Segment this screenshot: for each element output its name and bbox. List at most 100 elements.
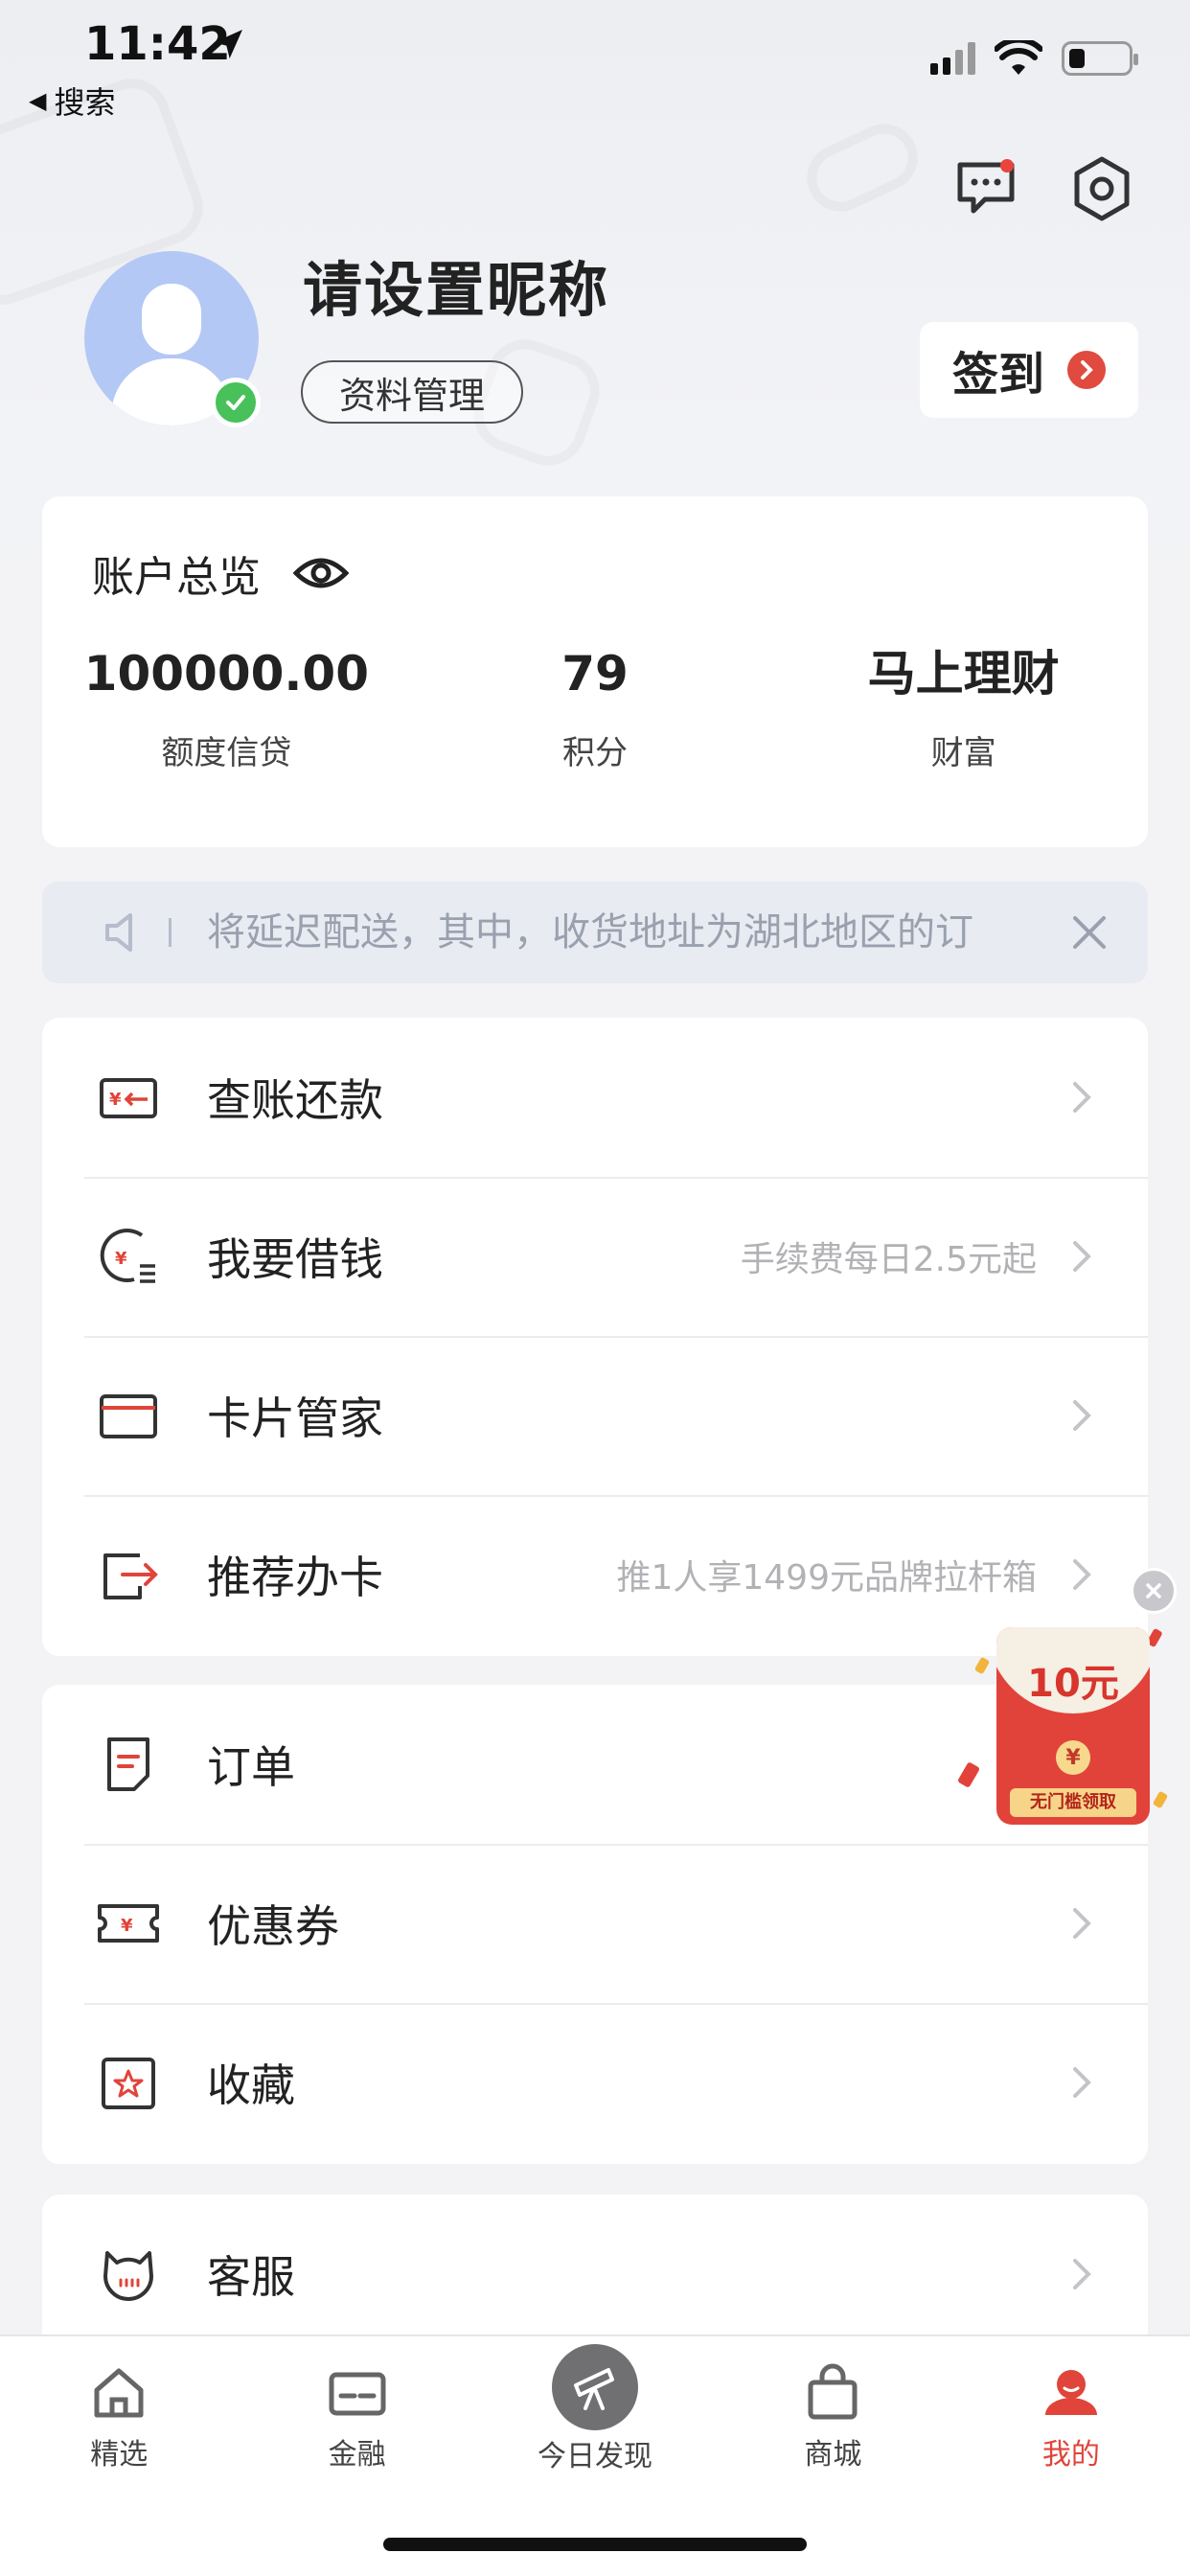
menu-label: 客服 [207,2251,295,2303]
close-icon[interactable] [1069,912,1110,953]
confetti-shape [973,1656,991,1675]
svg-text:¥: ¥ [121,1916,133,1936]
back-to-search-link[interactable]: ◀ 搜索 [29,79,115,123]
chevron-right-icon [1073,1559,1091,1590]
chevron-right-icon [1073,2259,1091,2289]
menu-item-favorites[interactable]: 收藏 [42,2003,1148,2162]
menu-label: 推荐办卡 [207,1552,383,1603]
back-label: 搜索 [54,84,116,121]
tab-featured[interactable]: 精选 [0,2336,238,2480]
menu-label: 我要借钱 [207,1233,383,1285]
menu-subtitle: 推1人享1499元品牌拉杆箱 [616,1558,1037,1598]
profile-manage-button[interactable]: 资料管理 [301,360,524,424]
account-stats: 100000.00 额度信贷 79 积分 马上理财 财富 [42,640,1148,773]
tab-finance[interactable]: 金融 [238,2336,475,2480]
tab-mine[interactable]: 我的 [952,2336,1190,2480]
tab-mall[interactable]: 商城 [714,2336,951,2480]
message-badge [1000,159,1014,172]
menu-label: 收藏 [207,2059,295,2111]
chevron-right-icon [1073,1241,1091,1272]
tab-label: 今日发现 [538,2440,653,2473]
chevron-right-icon [1073,2067,1091,2098]
svg-text:¥: ¥ [115,1249,127,1269]
location-arrow-icon [214,30,242,58]
notice-divider [169,918,172,947]
favorite-icon [102,2058,155,2109]
bill-icon: ¥ [100,1078,157,1118]
red-packet-promo[interactable]: 10元 ¥ 无门槛领取 [956,1620,1169,1840]
checkin-label: 签到 [951,348,1044,402]
home-icon [94,2368,144,2418]
home-indicator [383,2538,807,2551]
nickname[interactable]: 请设置昵称 [303,242,609,328]
discover-button-disc [552,2344,639,2430]
account-overview-card: 账户总览 100000.00 额度信贷 79 积分 马上理财 财富 [42,496,1148,847]
card-icon [100,1394,157,1438]
stat-label: 财富 [930,734,996,772]
status-bar: 11:42 ◀ 搜索 [0,0,1190,121]
tab-discover[interactable]: 今日发现 [476,2336,714,2480]
menu-item-borrow[interactable]: ¥ 我要借钱 手续费每日2.5元起 [42,1177,1148,1336]
promo-ribbon: 无门槛领取 [1010,1788,1136,1817]
confetti-shape [1152,1790,1169,1809]
customer-service-icon [103,2251,153,2301]
menu-label: 优惠券 [207,1900,339,1952]
tab-label: 我的 [1041,2438,1100,2472]
chevron-right-icon [1067,351,1106,389]
order-icon [107,1737,149,1791]
promo-close-button[interactable] [1131,1568,1177,1614]
verified-check-icon [211,378,261,427]
menu-label: 订单 [207,1741,295,1793]
back-triangle-icon: ◀ [29,87,47,114]
confetti-shape [956,1761,981,1788]
yuan-coin-icon: ¥ [1056,1740,1090,1775]
stat-credit[interactable]: 100000.00 额度信贷 [42,640,411,773]
menu-item-bill-repay[interactable]: ¥ 查账还款 [42,1018,1148,1177]
tab-label: 商城 [804,2438,862,2472]
battery-icon [1062,41,1138,76]
red-envelope: 10元 ¥ 无门槛领取 [996,1627,1150,1825]
coupon-icon: ¥ [98,1904,159,1943]
menu-label: 卡片管家 [207,1392,383,1444]
shopping-bag-icon [808,2363,858,2420]
chevron-right-icon [1073,1082,1091,1113]
chevron-right-icon [1073,1400,1091,1431]
speaker-icon [105,913,132,952]
svg-text:¥: ¥ [109,1090,122,1110]
account-overview-title: 账户总览 [92,553,261,602]
tab-label: 金融 [328,2438,386,2472]
notice-text: 将延迟配送，其中，收货地址为湖北地区的订 [207,910,973,954]
share-icon [103,1553,158,1599]
tab-label: 精选 [90,2438,149,2472]
cellular-signal-icon [930,42,975,75]
stat-value: 马上理财 [867,646,1060,702]
menu-item-card-manager[interactable]: 卡片管家 [42,1336,1148,1495]
eye-visibility-icon[interactable] [293,554,349,592]
close-icon [1146,1583,1161,1598]
chevron-right-icon [1073,1908,1091,1939]
settings-gear-icon[interactable] [1066,153,1137,224]
menu-item-customer-service[interactable]: 客服 [42,2195,1148,2354]
promo-amount: 10元 [1027,1662,1119,1706]
menu-item-coupons[interactable]: ¥ 优惠券 [42,1844,1148,2003]
finance-card-icon [329,2372,386,2416]
stat-label: 额度信贷 [161,734,292,772]
avatar-head-shape [142,284,201,355]
profile-icon [1044,2370,1097,2415]
stat-points[interactable]: 79 积分 [411,640,780,773]
menu-subtitle: 手续费每日2.5元起 [740,1240,1037,1279]
account-overview-header: 账户总览 [92,542,349,604]
stat-label: 积分 [562,734,628,772]
stat-wealth[interactable]: 马上理财 财富 [779,640,1148,773]
notice-bar[interactable]: 将延迟配送，其中，收货地址为湖北地区的订 [42,882,1148,983]
wifi-icon [995,40,1042,75]
menu-group-finance: ¥ 查账还款 ¥ 我要借钱 手续费每日2.5元起 卡片管家 推荐办卡 推1人享1… [42,1018,1148,1656]
borrow-icon: ¥ [100,1229,155,1283]
status-indicators [930,40,1138,77]
stat-value: 79 [561,646,629,702]
decor-shape [796,113,928,222]
stat-value: 100000.00 [83,646,369,702]
telescope-icon [574,2368,615,2410]
checkin-button[interactable]: 签到 [920,322,1138,418]
menu-label: 查账还款 [207,1074,383,1126]
